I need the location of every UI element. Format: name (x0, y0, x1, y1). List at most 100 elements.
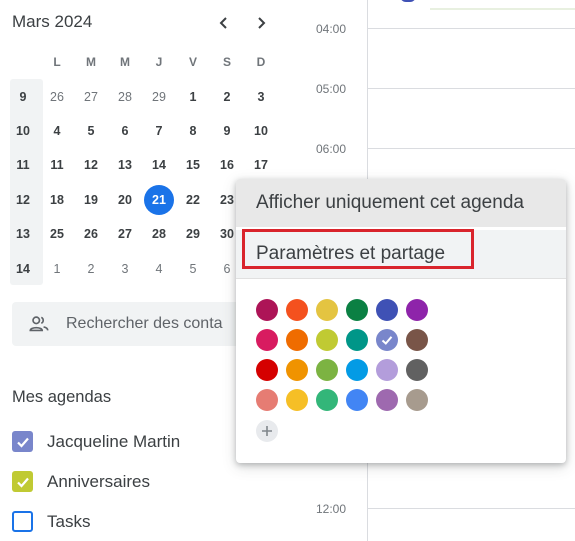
color-swatch[interactable] (256, 329, 278, 351)
weekday-header: L (53, 55, 61, 70)
calendar-day[interactable]: 26 (74, 227, 108, 241)
calendar-list-item[interactable]: Jacqueline Martin (12, 431, 180, 452)
calendar-week-row: 10 4 5 6 7 8 9 10 (6, 114, 280, 148)
color-swatch[interactable] (286, 329, 308, 351)
calendar-day[interactable]: 2 (74, 262, 108, 276)
add-custom-color-button[interactable] (256, 420, 278, 442)
calendar-name: Tasks (47, 511, 91, 531)
highlight-annotation-box (242, 229, 474, 269)
calendar-day[interactable]: 27 (108, 227, 142, 241)
search-contacts-placeholder: Rechercher des conta (66, 315, 223, 332)
calendar-day[interactable]: 28 (142, 227, 176, 241)
color-swatch[interactable] (286, 359, 308, 381)
weekday-header: V (188, 55, 197, 70)
calendar-day[interactable]: 25 (40, 227, 74, 241)
color-swatch[interactable] (346, 389, 368, 411)
color-swatch[interactable] (406, 389, 428, 411)
chevron-right-icon (258, 17, 266, 29)
calendar-day[interactable]: 15 (176, 158, 210, 172)
next-month-button[interactable] (248, 10, 274, 36)
color-swatch[interactable] (346, 359, 368, 381)
color-swatch[interactable] (286, 299, 308, 321)
calendar-day[interactable]: 3 (108, 262, 142, 276)
calendar-day[interactable]: 1 (40, 262, 74, 276)
previous-month-button[interactable] (211, 10, 237, 36)
calendar-day[interactable]: 18 (40, 193, 74, 207)
calendar-day[interactable]: 4 (40, 124, 74, 138)
calendar-day[interactable]: 29 (176, 227, 210, 241)
week-number[interactable]: 14 (6, 262, 40, 276)
calendar-day[interactable]: 16 (210, 158, 244, 172)
time-label: 12:00 (316, 502, 347, 516)
event-edge[interactable] (400, 0, 416, 2)
hour-line (367, 88, 575, 89)
color-swatch[interactable] (256, 359, 278, 381)
calendar-day[interactable]: 4 (142, 262, 176, 276)
week-number[interactable]: 12 (6, 193, 40, 207)
color-swatch[interactable] (286, 389, 308, 411)
week-number[interactable]: 11 (6, 158, 40, 172)
calendar-day[interactable]: 20 (108, 193, 142, 207)
display-only-this-calendar-item[interactable]: Afficher uniquement cet agenda (236, 179, 566, 227)
calendar-list-item[interactable]: Anniversaires (12, 471, 150, 492)
calendar-day[interactable]: 3 (244, 90, 278, 104)
calendar-day[interactable]: 14 (142, 158, 176, 172)
color-swatch[interactable] (316, 329, 338, 351)
calendar-checkbox[interactable] (12, 471, 33, 492)
hour-line (367, 508, 575, 509)
calendar-day[interactable]: 29 (142, 90, 176, 104)
calendar-day[interactable]: 27 (74, 90, 108, 104)
check-icon (16, 437, 29, 448)
calendar-day[interactable]: 17 (244, 158, 278, 172)
color-swatch[interactable] (316, 299, 338, 321)
calendar-name: Anniversaires (47, 471, 150, 491)
calendar-day[interactable]: 10 (244, 124, 278, 138)
calendar-day[interactable]: 22 (176, 193, 210, 207)
weekday-header-row: LMMJVSD (6, 45, 280, 79)
color-swatch[interactable] (406, 299, 428, 321)
color-swatch[interactable] (406, 329, 428, 351)
calendar-day-today[interactable]: 21 (142, 184, 176, 215)
color-swatch[interactable] (256, 299, 278, 321)
calendar-options-menu: Afficher uniquement cet agenda Paramètre… (236, 179, 566, 463)
calendar-day[interactable]: 5 (176, 262, 210, 276)
calendar-day[interactable]: 19 (74, 193, 108, 207)
color-swatch[interactable] (376, 389, 398, 411)
plus-icon (262, 426, 272, 436)
hour-line (367, 28, 575, 29)
calendar-day[interactable]: 7 (142, 124, 176, 138)
week-number[interactable]: 13 (6, 227, 40, 241)
color-swatch[interactable] (316, 389, 338, 411)
calendar-day[interactable]: 5 (74, 124, 108, 138)
calendar-day[interactable]: 2 (210, 90, 244, 104)
calendar-day[interactable]: 9 (210, 124, 244, 138)
search-contacts-field[interactable]: Rechercher des conta (12, 302, 252, 346)
weekday-header: J (155, 55, 163, 70)
calendar-day[interactable]: 26 (40, 90, 74, 104)
calendar-checkbox[interactable] (12, 511, 33, 532)
check-icon (16, 477, 29, 488)
calendar-day[interactable]: 11 (40, 158, 74, 172)
calendar-checkbox[interactable] (12, 431, 33, 452)
weekday-header: M (120, 55, 130, 70)
color-swatch[interactable] (406, 359, 428, 381)
week-number[interactable]: 9 (6, 90, 40, 104)
my-calendars-heading: Mes agendas (12, 388, 112, 406)
calendar-day[interactable]: 12 (74, 158, 108, 172)
color-swatch[interactable] (376, 359, 398, 381)
calendar-day[interactable]: 13 (108, 158, 142, 172)
color-swatch[interactable] (376, 299, 398, 321)
week-number[interactable]: 10 (6, 124, 40, 138)
chevron-left-icon (219, 17, 227, 29)
calendar-day[interactable]: 6 (108, 124, 142, 138)
calendar-week-row: 9 26 27 28 29 1 2 3 (6, 79, 280, 113)
color-swatch[interactable] (316, 359, 338, 381)
color-swatch[interactable] (376, 329, 398, 351)
calendar-day[interactable]: 28 (108, 90, 142, 104)
calendar-list-item[interactable]: Tasks (12, 511, 90, 532)
color-swatch[interactable] (346, 299, 368, 321)
calendar-day[interactable]: 1 (176, 90, 210, 104)
color-swatch[interactable] (256, 389, 278, 411)
calendar-day[interactable]: 8 (176, 124, 210, 138)
color-swatch[interactable] (346, 329, 368, 351)
